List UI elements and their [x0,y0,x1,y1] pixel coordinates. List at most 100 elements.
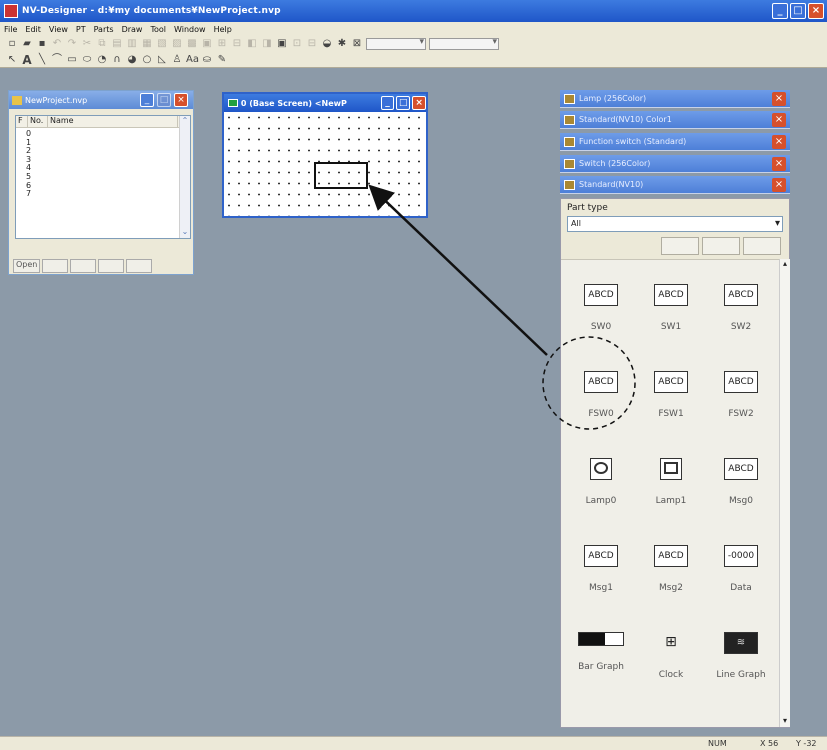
send-back-icon[interactable]: ◨ [261,38,273,50]
screen-list-row[interactable]: 0 [26,129,190,139]
copy-icon[interactable]: ⧉ [96,38,108,50]
screen-list-row[interactable]: 6 [26,181,190,191]
part-item-msg2[interactable]: ABCD Msg2 [636,521,706,607]
cut-icon[interactable]: ✂ [81,38,93,50]
menu-tool[interactable]: Tool [150,25,166,34]
col-no[interactable]: No. [28,116,48,127]
ellipse-tool-icon[interactable]: ⬭ [81,54,93,66]
align-right-icon[interactable]: ▧ [156,38,168,50]
part-item-lamp0[interactable]: Lamp0 [566,434,636,520]
save-icon[interactable]: ▪ [36,38,48,50]
screen-list-row[interactable]: 1 [26,138,190,148]
open-button[interactable]: Open [13,259,41,273]
circle-tool-icon[interactable]: ○ [141,54,153,66]
screen-list-row[interactable]: 2 [26,147,190,156]
palette-switch-256color[interactable]: Switch (256Color) × [560,155,790,173]
parts-scrollbar[interactable]: ▴ ▾ [779,259,790,727]
base-screen-title-bar[interactable]: 0 (Base Screen) <NewP _ □ × [224,94,426,112]
rectangle-tool-icon[interactable]: ▭ [66,54,78,66]
menu-pt[interactable]: PT [76,25,86,34]
palette-close-button[interactable]: × [772,113,786,127]
sector-tool-icon[interactable]: ◕ [126,54,138,66]
undo-icon[interactable]: ↶ [51,38,63,50]
base-screen-window[interactable]: 0 (Base Screen) <NewP _ □ × [222,92,428,218]
zoom-icon[interactable]: ⊠ [351,38,363,50]
polyline-tool-icon[interactable]: ⌒ [51,54,63,66]
align-center-icon[interactable]: ▦ [141,38,153,50]
part-type-select[interactable]: All [567,216,783,232]
open-folder-icon[interactable]: ▰ [21,38,33,50]
col-name[interactable]: Name [48,116,178,127]
part-item-fsw1[interactable]: ABCD FSW1 [636,347,706,433]
screen-list[interactable]: F No. Name 01234567 ⌃ ⌄ [15,115,191,239]
parts-action-button-3[interactable] [743,237,781,255]
menu-window[interactable]: Window [174,25,206,34]
zoom-combo[interactable] [366,37,426,50]
menu-view[interactable]: View [49,25,68,34]
text-size-icon[interactable]: Aa [186,54,199,66]
col-f[interactable]: F [16,116,28,127]
menu-draw[interactable]: Draw [122,25,143,34]
base-maximize-button[interactable]: □ [396,96,411,110]
palette-close-button[interactable]: × [772,157,786,171]
palette-close-button[interactable]: × [772,178,786,192]
part-item-msg0[interactable]: ABCD Msg0 [706,434,776,520]
part-item-bar-graph[interactable]: Bar Graph [566,608,636,694]
palette-standard-color1[interactable]: Standard(NV10) Color1 × [560,111,790,129]
part-item-msg1[interactable]: ABCD Msg1 [566,521,636,607]
base-close-button[interactable]: × [412,96,426,110]
screen-list-row[interactable]: 3 [26,155,190,165]
unlock-icon[interactable]: ⊟ [306,38,318,50]
project-close-button[interactable]: × [174,93,188,107]
screen-list-row[interactable]: 5 [26,172,190,182]
project-minimize-button[interactable]: _ [140,93,154,107]
project-button-5[interactable] [126,259,153,273]
paint-bucket-icon[interactable]: ⛀ [201,54,213,66]
menu-parts[interactable]: Parts [94,25,114,34]
project-maximize-button[interactable]: □ [157,93,171,107]
screen-list-row[interactable]: 4 [26,164,190,173]
pointer-icon[interactable]: ↖ [6,54,18,66]
maximize-button[interactable]: □ [790,3,806,19]
layer-combo[interactable] [429,37,499,50]
pie-tool-icon[interactable]: ∩ [111,54,123,66]
scroll-down-icon[interactable]: ▾ [780,716,790,725]
base-minimize-button[interactable]: _ [380,96,395,110]
align-top-icon[interactable]: ▨ [171,38,183,50]
screen-list-scrollbar[interactable]: ⌃ ⌄ [179,116,190,238]
arc-tool-icon[interactable]: ◔ [96,54,108,66]
part-item-line-graph[interactable]: ≋ Line Graph [706,608,776,694]
lock-icon[interactable]: ⊡ [291,38,303,50]
line-tool-icon[interactable]: ╲ [36,54,48,66]
part-item-data[interactable]: -0000 Data [706,521,776,607]
align-middle-icon[interactable]: ▩ [186,38,198,50]
ungroup-icon[interactable]: ⊟ [231,38,243,50]
parts-action-button-1[interactable] [661,237,699,255]
part-item-clock[interactable]: ⊞ Clock [636,608,706,694]
snap-icon[interactable]: ✱ [336,38,348,50]
scroll-up-icon[interactable]: ▴ [780,259,790,268]
paste-icon[interactable]: ▤ [111,38,123,50]
project-button-3[interactable] [70,259,97,273]
menu-help[interactable]: Help [214,25,232,34]
part-item-sw1[interactable]: ABCD SW1 [636,260,706,346]
part-item-fsw0[interactable]: ABCD FSW0 [566,347,636,433]
palette-close-button[interactable]: × [772,135,786,149]
text-tool-icon[interactable]: A [21,54,33,66]
new-file-icon[interactable]: ▫ [6,38,18,50]
bring-front-icon[interactable]: ◧ [246,38,258,50]
part-item-fsw2[interactable]: ABCD FSW2 [706,347,776,433]
redo-icon[interactable]: ↷ [66,38,78,50]
align-left-icon[interactable]: ▥ [126,38,138,50]
group-icon[interactable]: ⊞ [216,38,228,50]
menu-file[interactable]: File [4,25,17,34]
close-button[interactable]: × [808,3,824,19]
grid-icon[interactable]: ◒ [321,38,333,50]
scroll-up-icon[interactable]: ⌃ [180,116,190,125]
palette-close-button[interactable]: × [772,92,786,106]
eyedropper-icon[interactable]: ✎ [216,54,228,66]
scroll-down-icon[interactable]: ⌄ [180,227,190,236]
screen-canvas[interactable] [224,112,426,216]
part-item-lamp1[interactable]: Lamp1 [636,434,706,520]
palette-standard-nv10[interactable]: Standard(NV10) × [560,176,790,194]
